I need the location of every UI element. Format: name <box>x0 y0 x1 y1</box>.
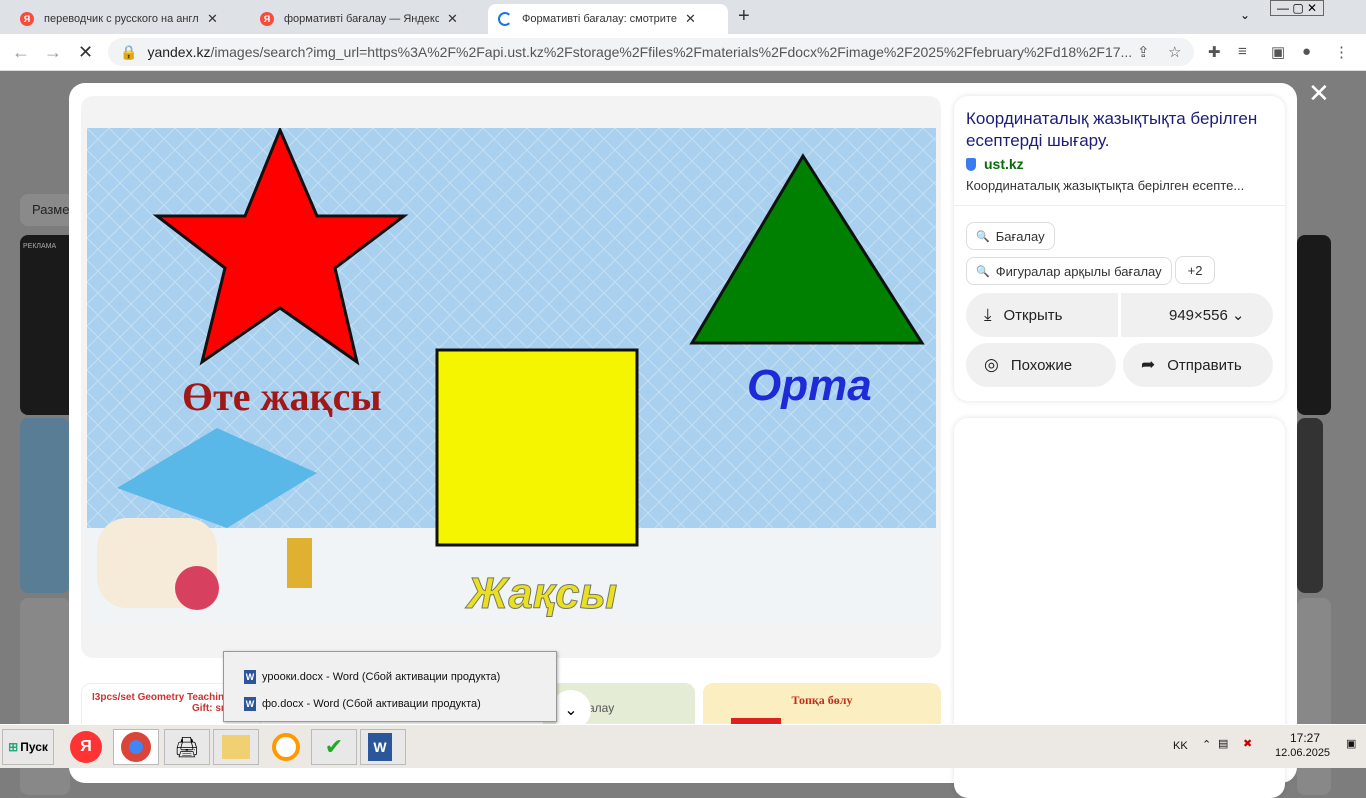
chrome-icon <box>121 732 151 762</box>
seal-icon <box>175 566 219 610</box>
share-button[interactable]: ➦ Отправить <box>1123 343 1273 387</box>
open-button[interactable]: ⤓ Открыть <box>966 293 1118 337</box>
share-arrow-icon: ➦ <box>1141 355 1156 374</box>
show-desktop-icon[interactable]: ▣ <box>1346 737 1356 750</box>
related-tags: 🔍 Бағалау 🔍 Фигуралар арқылы бағалау +2 <box>954 206 1285 293</box>
search-icon: 🔍 <box>976 265 990 278</box>
result-tile[interactable] <box>20 418 70 593</box>
profile-icon[interactable]: ● <box>1302 43 1311 60</box>
language-indicator[interactable]: KK <box>1173 740 1188 752</box>
image-info-card: Координаталық жазықтықта берілген есепте… <box>954 96 1285 401</box>
stop-icon[interactable]: ✕ <box>78 42 93 63</box>
download-icon: ⤓ <box>984 305 992 324</box>
camera-lens-icon: ◎ <box>984 355 999 374</box>
tray-network-icon[interactable]: ✖ <box>1243 737 1252 750</box>
label-average: Орта <box>747 361 872 410</box>
label-excellent: Өте жақсы <box>182 374 382 419</box>
taskbar-yandex[interactable]: Я <box>63 729 109 765</box>
start-button[interactable]: ⊞ Пуск <box>2 729 54 765</box>
word-icon: W <box>244 670 256 684</box>
clock-date[interactable]: 12.06.2025 <box>1275 747 1330 759</box>
tab-search-icon[interactable]: ⌄ <box>1240 8 1250 22</box>
share-icon[interactable]: ⇪ <box>1137 43 1150 61</box>
taskbar-word[interactable]: W <box>360 729 406 765</box>
tab-yandex-search[interactable]: Яформативті бағалау — Яндекс: нашлось✕ <box>250 4 468 34</box>
lock-icon: 🔒 <box>120 43 138 60</box>
yandex-icon: Я <box>20 12 34 26</box>
warning-check-icon: ✔ <box>324 734 344 759</box>
lock-app-icon <box>272 733 300 761</box>
taskbar: ⊞ Пуск Я 🖨 ✔ W KK ⌃ ▤ ✖ 17:27 12.06.2025 … <box>0 724 1366 768</box>
size-dropdown[interactable]: 949×556 ⌄ <box>1121 293 1273 337</box>
url-input[interactable]: 🔒 yandex.kz/images/search?img_url=https%3… <box>108 38 1194 66</box>
tab-bar: Япереводчик с русского на английский✕ Яф… <box>0 0 1366 34</box>
result-tile[interactable] <box>1297 235 1331 415</box>
more-tags-button[interactable]: +2 <box>1174 256 1216 284</box>
tag-figuralar[interactable]: 🔍 Фигуралар арқылы бағалау <box>966 257 1172 285</box>
tray-clipboard-icon[interactable]: ▤ <box>1218 737 1228 750</box>
yandex-browser-icon: Я <box>70 731 102 763</box>
new-tab-button[interactable]: + <box>738 5 750 28</box>
clock-time[interactable]: 17:27 <box>1290 731 1320 745</box>
tab-active[interactable]: Формативті бағалау: смотрите и скачивайт… <box>488 4 728 34</box>
image-title-link[interactable]: Координаталық жазықтықта берілген есепте… <box>954 96 1285 152</box>
taskbar-activation[interactable]: ✔ <box>311 729 357 765</box>
image-preview-area: Өте жақсы Орта Жақсы <box>81 96 941 658</box>
size-filter-button[interactable]: Разме <box>20 194 75 226</box>
loading-spinner-icon <box>498 12 512 26</box>
tag-bagalau[interactable]: 🔍 Бағалау <box>966 222 1055 250</box>
forward-icon[interactable]: → <box>44 42 62 63</box>
address-bar-row: ← → ✕ 🔒 yandex.kz/images/search?img_url=h… <box>0 34 1366 71</box>
media-icon[interactable]: ≡ <box>1238 43 1247 60</box>
result-tile[interactable] <box>1297 418 1323 593</box>
chevron-down-icon: ⌄ <box>1231 307 1245 324</box>
word-icon: W <box>244 697 256 711</box>
tassel-icon <box>287 538 312 588</box>
taskbar-fax[interactable]: 🖨 <box>164 729 210 765</box>
window-controls[interactable]: — ▢ ✕ <box>1270 0 1325 16</box>
close-tab-icon[interactable]: ✕ <box>447 11 458 27</box>
close-tab-icon[interactable]: ✕ <box>207 11 218 27</box>
similar-button[interactable]: ◎ Похожие <box>966 343 1116 387</box>
taskbar-explorer[interactable] <box>213 729 259 765</box>
word-icon: W <box>368 733 392 761</box>
source-link[interactable]: ust.kz <box>954 152 1285 176</box>
printer-icon: 🖨 <box>174 736 200 759</box>
taskbar-vpn[interactable] <box>263 729 309 765</box>
yandex-icon: Я <box>260 12 274 26</box>
image-description: Координаталық жазықтықта берілген есепте… <box>966 178 1245 193</box>
preview-image[interactable]: Өте жақсы Орта Жақсы <box>87 128 936 626</box>
sidepanel-icon[interactable]: ▣ <box>1271 43 1285 61</box>
ust-kz-logo-icon <box>966 157 976 171</box>
back-icon[interactable]: ← <box>12 42 30 63</box>
label-good: Жақсы <box>465 569 617 618</box>
yellow-square-shape <box>435 348 639 547</box>
menu-icon[interactable]: ⋮ <box>1334 43 1349 61</box>
popup-item-urooki[interactable]: Wурооки.docx - Word (Сбой активации прод… <box>244 670 500 684</box>
tab-translator[interactable]: Япереводчик с русского на английский✕ <box>10 4 228 34</box>
folder-icon <box>222 735 250 759</box>
tray-expand-icon[interactable]: ⌃ <box>1202 738 1211 751</box>
bookmark-star-icon[interactable]: ☆ <box>1168 43 1181 61</box>
extensions-icon[interactable]: ✚ <box>1208 43 1221 61</box>
popup-item-fo[interactable]: Wфо.docx - Word (Сбой активации продукта… <box>244 697 481 711</box>
taskbar-chrome[interactable] <box>113 729 159 765</box>
close-tab-icon[interactable]: ✕ <box>685 11 696 27</box>
search-icon: 🔍 <box>976 230 990 243</box>
taskbar-word-popup: Wурооки.docx - Word (Сбой активации прод… <box>223 651 557 722</box>
close-viewer-button[interactable]: ✕ <box>1308 78 1330 109</box>
windows-logo-icon: ⊞ <box>8 740 19 754</box>
